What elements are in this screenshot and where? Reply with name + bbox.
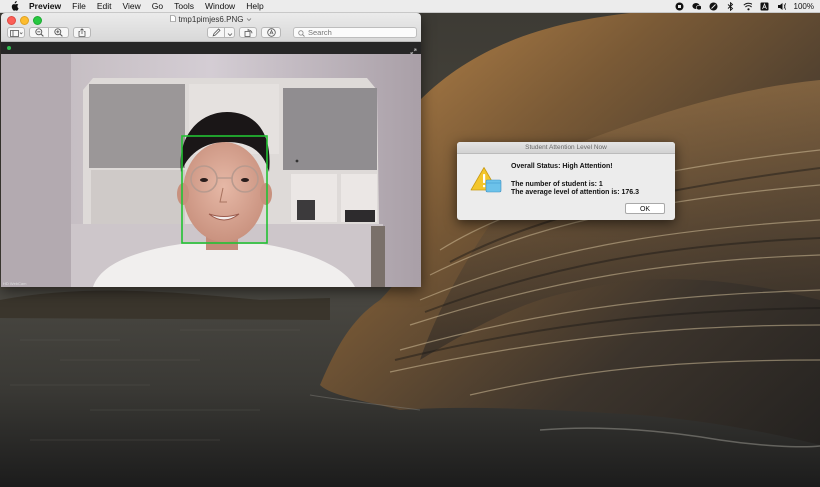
camera-active-indicator: [7, 46, 11, 50]
student-count-text: The number of student is: 1: [511, 180, 603, 188]
markup-toolbar-button[interactable]: [261, 27, 281, 38]
markup-pen-group: [207, 27, 235, 38]
apple-menu-icon[interactable]: [10, 1, 20, 11]
zoom-out-icon: [34, 26, 44, 40]
markup-dropdown-button[interactable]: [225, 27, 235, 38]
search-input[interactable]: [308, 28, 408, 37]
compass-icon[interactable]: [709, 2, 718, 11]
battery-percent: 100%: [793, 1, 814, 11]
document-title-area: tmp1pimjes6.PNG: [1, 15, 421, 24]
preview-window: tmp1pimjes6.PNG Search HD WebCam: [1, 13, 421, 287]
search-field[interactable]: [293, 27, 417, 38]
rotate-icon: [244, 26, 253, 40]
alert-title[interactable]: Student Attention Level Now: [457, 142, 675, 154]
zoom-in-icon: [54, 26, 63, 40]
rotate-button[interactable]: [239, 27, 257, 38]
menu-bar: Preview File Edit View Go Tools Window H…: [0, 0, 820, 13]
menu-tools[interactable]: Tools: [174, 0, 194, 12]
image-viewer: HD WebCam: [1, 42, 421, 287]
document-file-icon: [169, 15, 176, 24]
chevron-down-icon: [227, 26, 233, 40]
record-icon[interactable]: [675, 2, 684, 11]
status-menu-area: 100%: [675, 1, 814, 11]
wechat-icon[interactable]: [691, 2, 701, 11]
chevron-down-icon[interactable]: [246, 15, 252, 24]
title-bar[interactable]: tmp1pimjes6.PNG: [1, 13, 421, 42]
markup-pen-button[interactable]: [207, 27, 225, 38]
menu-go[interactable]: Go: [152, 0, 163, 12]
zoom-in-button[interactable]: [49, 27, 69, 38]
menu-edit[interactable]: Edit: [97, 0, 112, 12]
volume-icon[interactable]: [777, 2, 786, 11]
pen-icon: [212, 26, 221, 40]
zoom-controls: [29, 27, 69, 38]
markup-icon: [266, 26, 276, 40]
menu-file[interactable]: File: [72, 0, 86, 12]
zoom-out-button[interactable]: [29, 27, 49, 38]
bluetooth-icon[interactable]: [726, 1, 735, 11]
share-button[interactable]: [73, 27, 91, 38]
document-title: tmp1pimjes6.PNG: [178, 15, 244, 24]
ok-button[interactable]: OK: [625, 203, 665, 214]
camera-label: HD WebCam: [3, 281, 27, 286]
toolbar: [7, 26, 417, 39]
alert-message: Overall Status: High Attention! The numb…: [511, 163, 639, 198]
keyboard-input-icon[interactable]: [760, 2, 769, 11]
warning-icon: [470, 166, 502, 197]
menu-help[interactable]: Help: [246, 0, 263, 12]
menu-app-preview[interactable]: Preview: [29, 0, 61, 12]
share-icon: [78, 26, 86, 40]
menu-view[interactable]: View: [123, 0, 141, 12]
camera-overlay-bar: [1, 42, 421, 55]
overall-status-text: Overall Status: High Attention!: [511, 163, 613, 170]
sidebar-toggle-button[interactable]: [7, 27, 25, 38]
menu-window[interactable]: Window: [205, 0, 235, 12]
average-attention-text: The average level of attention is: 176.3: [511, 189, 639, 197]
webcam-snapshot-image: HD WebCam: [1, 54, 421, 287]
search-icon: [298, 26, 305, 40]
wifi-icon[interactable]: [742, 2, 752, 11]
attention-alert-dialog: Student Attention Level Now Overall Stat…: [457, 142, 675, 220]
sidebar-icon: [9, 26, 23, 40]
